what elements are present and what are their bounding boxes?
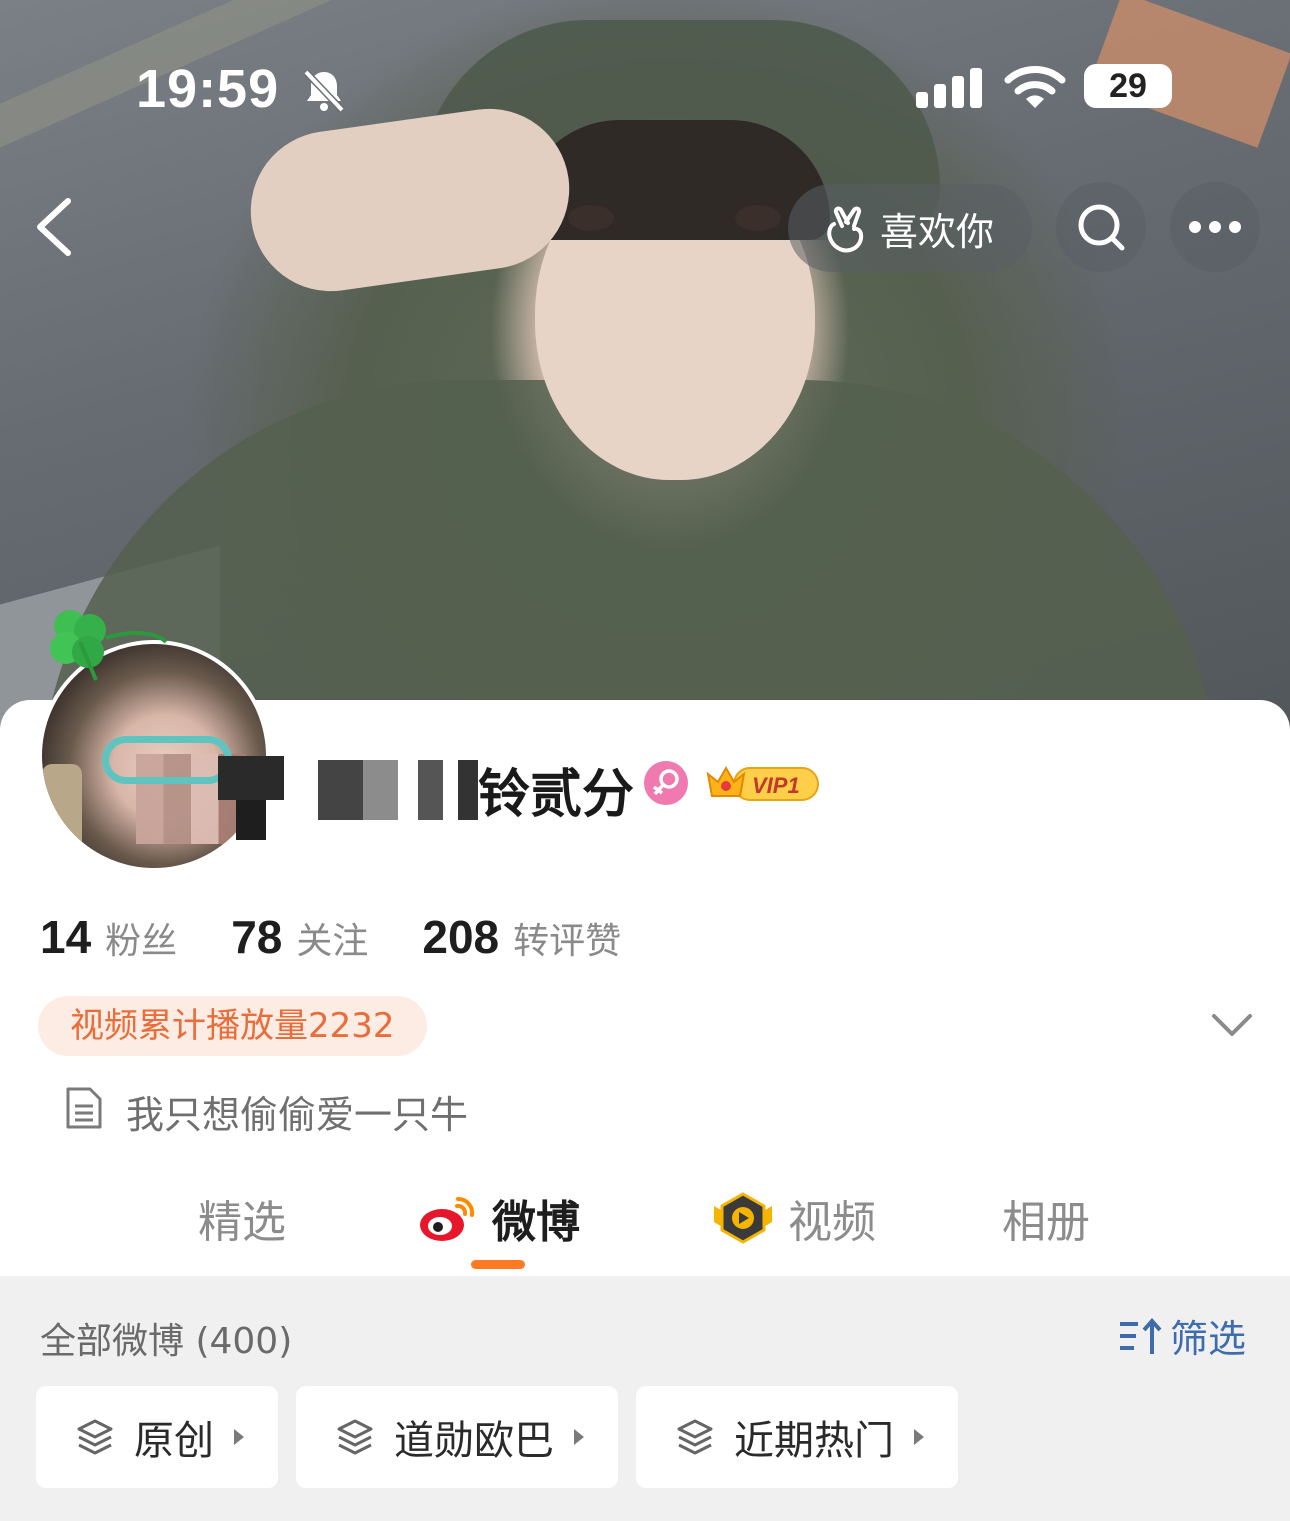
wifi-icon <box>1004 66 1066 108</box>
chip-recent-hot-label: 近期热门 <box>734 1418 894 1464</box>
username-mosaic <box>318 760 478 820</box>
caret-right-icon <box>574 1429 584 1445</box>
video-badge-icon <box>714 1192 772 1244</box>
back-arrow-icon[interactable] <box>30 195 80 259</box>
interactions-label: 转评赞 <box>513 921 622 962</box>
signal-icon <box>916 68 982 108</box>
like-you-button[interactable]: 喜欢你 <box>788 184 1032 272</box>
active-tab-indicator <box>471 1260 525 1269</box>
cover-eye-left <box>568 205 614 231</box>
filter-button[interactable]: 筛选 <box>1118 1308 1246 1363</box>
chip-original-label: 原创 <box>134 1418 214 1464</box>
followers-label: 粉丝 <box>105 921 178 962</box>
followers-stat[interactable]: 14 粉丝 <box>40 910 177 964</box>
status-time: 19:59 <box>136 59 280 119</box>
video-play-count-badge[interactable]: 视频累计播放量2232 <box>38 996 427 1056</box>
filter-label: 筛选 <box>1170 1317 1247 1361</box>
more-dots-icon <box>1189 221 1241 233</box>
finger-heart-icon <box>827 206 864 253</box>
battery-indicator: 29 <box>1084 64 1172 108</box>
sort-filter-icon <box>1120 1317 1162 1354</box>
tab-weibo-label: 微博 <box>492 1197 580 1248</box>
mosaic-block <box>218 756 284 800</box>
more-button[interactable] <box>1170 182 1260 272</box>
profile-stats: 14 粉丝 78 关注 208 转评赞 <box>40 910 675 964</box>
chip-daoxun-oppa-label: 道勋欧巴 <box>394 1418 554 1464</box>
profile-tabs: 精选 微博 视频 相册 <box>0 1176 1290 1276</box>
layers-icon <box>677 1419 713 1455</box>
document-icon <box>66 1087 102 1129</box>
layers-icon <box>337 1419 373 1455</box>
caret-right-icon <box>914 1429 924 1445</box>
tab-album-label: 相册 <box>1002 1197 1090 1248</box>
caret-right-icon <box>234 1429 244 1445</box>
cover-eye-right <box>735 205 781 231</box>
layers-icon <box>77 1419 113 1455</box>
chip-recent-hot[interactable]: 近期热门 <box>636 1386 958 1488</box>
female-gender-icon <box>644 761 688 805</box>
tab-featured-label: 精选 <box>198 1197 286 1248</box>
weibo-logo-icon <box>420 1196 475 1241</box>
following-count: 78 <box>231 911 283 963</box>
interactions-count: 208 <box>422 911 500 963</box>
vip-badge[interactable]: VIP1 <box>704 760 820 806</box>
search-button[interactable] <box>1056 182 1146 272</box>
chevron-down-icon[interactable] <box>1210 1010 1254 1040</box>
avatar-glasses <box>102 736 232 784</box>
feed-chips: 原创 道勋欧巴 近期热门 <box>36 1386 976 1488</box>
vip-crown-icon: VIP1 <box>706 765 819 801</box>
search-icon <box>1078 204 1125 251</box>
avatar-bottle <box>42 764 82 868</box>
tab-album[interactable]: 相册 <box>1002 1186 1090 1250</box>
following-label: 关注 <box>296 921 369 962</box>
feed-title: 全部微博 (400) <box>40 1321 293 1362</box>
username: 铃贰分 <box>478 765 635 825</box>
following-stat[interactable]: 78 关注 <box>231 910 368 964</box>
tab-weibo[interactable]: 微博 <box>418 1186 580 1250</box>
like-you-label: 喜欢你 <box>880 209 995 254</box>
profile-bio: 我只想偷偷爱一只牛 <box>126 1093 469 1137</box>
chip-original[interactable]: 原创 <box>36 1386 278 1488</box>
chip-daoxun-oppa[interactable]: 道勋欧巴 <box>296 1386 618 1488</box>
tab-video[interactable]: 视频 <box>712 1186 876 1250</box>
tab-featured[interactable]: 精选 <box>198 1186 286 1250</box>
tab-video-label: 视频 <box>788 1197 876 1248</box>
feed-section: 全部微博 (400) 筛选 原创 道勋欧巴 近期热门 <box>0 1276 1290 1521</box>
followers-count: 14 <box>40 911 92 963</box>
cover-hand <box>240 98 580 302</box>
interactions-stat[interactable]: 208 转评赞 <box>422 910 621 964</box>
vip-label: VIP1 <box>752 773 800 798</box>
clover-decoration-icon <box>50 610 168 681</box>
mosaic-block <box>236 800 266 840</box>
bell-mute-icon <box>303 69 345 113</box>
